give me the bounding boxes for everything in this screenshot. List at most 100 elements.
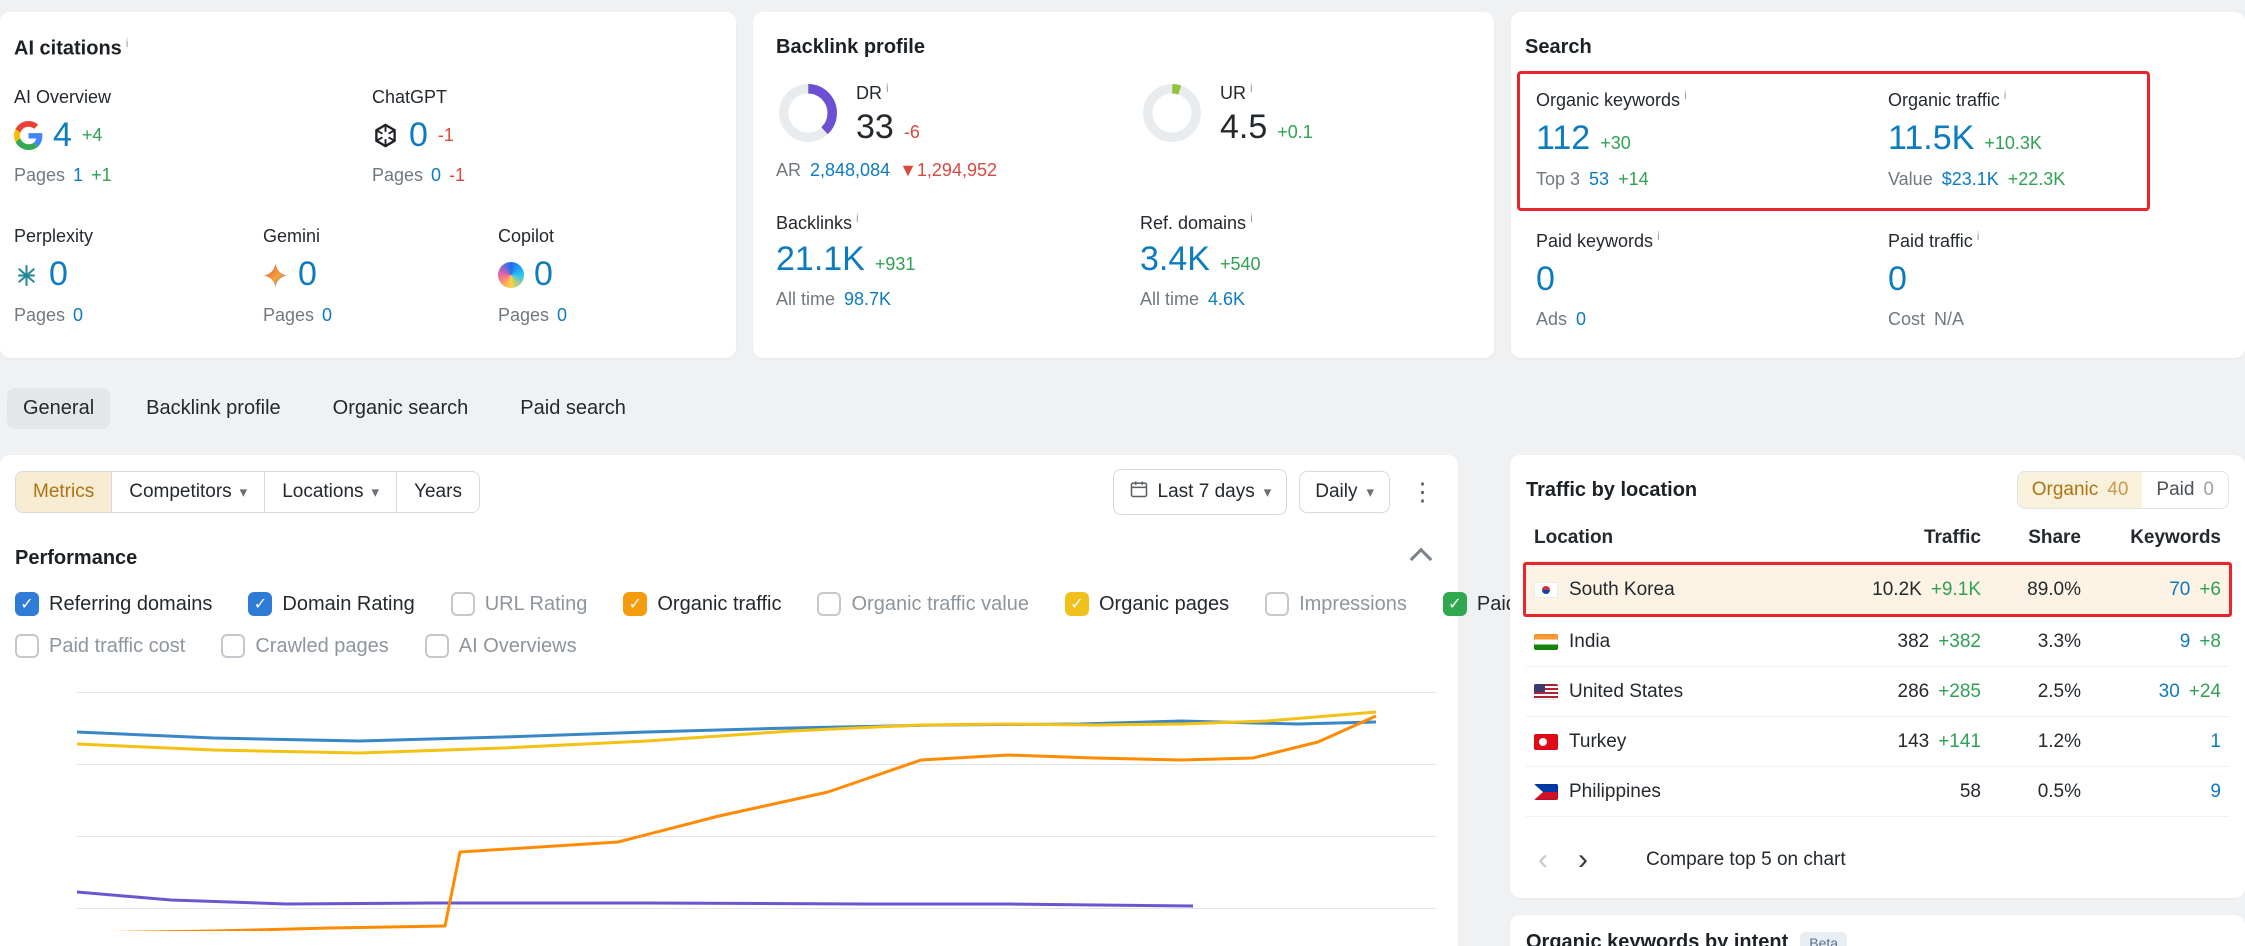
info-icon[interactable]: i <box>1684 88 1687 102</box>
checkbox-icon <box>1443 592 1467 616</box>
metric-checkbox-ai-overviews[interactable]: AI Overviews <box>425 634 577 658</box>
metric-checkbox-paid-traffic-cost[interactable]: Paid traffic cost <box>15 634 185 658</box>
ahrefs-rank-value[interactable]: 2,848,084 <box>810 160 890 181</box>
checkbox-icon <box>15 634 39 658</box>
info-icon[interactable]: i <box>856 211 859 225</box>
paid-keywords-value[interactable]: 0 <box>1536 262 1555 298</box>
chart-line-organic-pages <box>77 712 1376 753</box>
table-row-india[interactable]: India 382+382 3.3% 9+8 <box>1526 617 2229 667</box>
chevron-down-icon: ▾ <box>1264 483 1272 501</box>
ai-item-chatgpt: ChatGPT 0 -1 Pages 0 -1 <box>372 87 465 187</box>
metric-checkbox-impressions[interactable]: Impressions <box>1265 592 1407 616</box>
info-icon[interactable]: i <box>1657 229 1660 243</box>
ref-domains-alltime[interactable]: 4.6K <box>1208 289 1245 310</box>
url-rating-donut <box>1140 81 1204 145</box>
locations-button[interactable]: Locations▾ <box>264 472 396 512</box>
kebab-menu-icon[interactable]: ⋮ <box>1402 477 1443 507</box>
gemini-value[interactable]: 0 <box>298 257 317 293</box>
india-flag-icon <box>1534 634 1558 650</box>
organic-traffic-value[interactable]: 11.5K <box>1888 121 1974 157</box>
ai-citations-card: AI citationsi AI Overview 4 +4 Pages 1 <box>0 12 736 358</box>
performance-chart[interactable] <box>77 692 1437 931</box>
info-icon[interactable]: i <box>886 81 889 95</box>
overview-tabs: General Backlink profile Organic search … <box>7 388 2245 429</box>
search-card: Search Organic keywordsi 112+30 Top 353+… <box>1511 12 2245 358</box>
copilot-value[interactable]: 0 <box>534 257 553 293</box>
tab-backlink-profile[interactable]: Backlink profile <box>130 388 297 429</box>
ai-overview-pages[interactable]: 1 <box>73 165 83 186</box>
ref-domains-value[interactable]: 3.4K <box>1140 242 1210 278</box>
perplexity-pages[interactable]: 0 <box>73 305 83 326</box>
ai-citations-row-2: Perplexity 0 Pages 0 Gemini <box>14 226 720 326</box>
compare-top5-label: Compare top 5 on chart <box>1646 849 1846 871</box>
checkbox-icon <box>425 634 449 658</box>
ai-item-ai-overview: AI Overview 4 +4 Pages 1 +1 <box>14 87 372 187</box>
philippines-flag-icon <box>1534 784 1558 800</box>
ai-item-copilot: Copilot 0 Pages 0 <box>498 226 567 326</box>
checkbox-icon <box>248 592 272 616</box>
paid-traffic-metric: Paid traffici 0 CostN/A <box>1888 229 2229 331</box>
prev-page-icon[interactable]: ‹ <box>1526 843 1560 877</box>
backlink-profile-card: Backlink profile DRi 33-6 AR <box>753 12 1494 358</box>
metric-checkbox-organic-traffic[interactable]: Organic traffic <box>623 592 781 616</box>
table-row-south-korea[interactable]: South Korea 10.2K+9.1K 89.0% 70+6 <box>1523 562 2232 617</box>
ahrefs-rank-delta: ▼1,294,952 <box>899 160 997 181</box>
organic-paid-toggle: Organic40 Paid0 <box>2017 471 2229 509</box>
gemini-pages[interactable]: 0 <box>322 305 332 326</box>
metric-checkbox-organic-traffic-value[interactable]: Organic traffic value <box>817 592 1029 616</box>
paid-traffic-value[interactable]: 0 <box>1888 262 1907 298</box>
chevron-down-icon: ▾ <box>240 483 248 501</box>
collapse-chevron-icon[interactable] <box>1410 547 1433 570</box>
metric-toggles-row-2: Paid traffic cost Crawled pages AI Overv… <box>15 634 1443 658</box>
tab-organic-search[interactable]: Organic search <box>317 388 485 429</box>
paid-keywords-metric: Paid keywordsi 0 Ads0 <box>1536 229 1888 331</box>
table-row-philippines[interactable]: Philippines 58 0.5% 9 <box>1526 767 2229 817</box>
table-row-united-states[interactable]: United States 286+285 2.5% 30+24 <box>1526 667 2229 717</box>
metric-checkbox-organic-pages[interactable]: Organic pages <box>1065 592 1229 616</box>
next-page-icon[interactable]: › <box>1566 843 1600 877</box>
checkbox-icon <box>817 592 841 616</box>
info-icon[interactable]: i <box>1977 229 1980 243</box>
checkbox-icon <box>1265 592 1289 616</box>
backlinks-value[interactable]: 21.1K <box>776 242 865 278</box>
toggle-organic[interactable]: Organic40 <box>2018 472 2143 508</box>
chatgpt-value[interactable]: 0 <box>409 118 428 154</box>
metric-checkbox-url-rating[interactable]: URL Rating <box>451 592 588 616</box>
organic-keywords-by-intent-card: Organic keywords by intent Beta <box>1510 915 2245 946</box>
overview-metrics-row: AI citationsi AI Overview 4 +4 Pages 1 <box>0 0 2245 358</box>
domain-rating-value: 33 <box>856 110 894 146</box>
tab-paid-search[interactable]: Paid search <box>504 388 642 429</box>
tab-general[interactable]: General <box>7 388 110 429</box>
info-icon[interactable]: i <box>1250 211 1253 225</box>
date-range-button[interactable]: Last 7 days ▾ <box>1113 469 1288 515</box>
perplexity-value[interactable]: 0 <box>49 257 68 293</box>
chatgpt-pages[interactable]: 0 <box>431 165 441 186</box>
table-row-turkey[interactable]: Turkey 143+141 1.2% 1 <box>1526 717 2229 767</box>
search-title: Search <box>1525 36 2229 59</box>
traffic-by-location-title: Traffic by location <box>1526 479 1697 502</box>
years-button[interactable]: Years <box>396 472 479 512</box>
traffic-value-metric[interactable]: $23.1K <box>1942 169 1999 190</box>
column-traffic: Traffic <box>1781 527 1981 549</box>
metric-checkbox-crawled-pages[interactable]: Crawled pages <box>221 634 388 658</box>
metrics-button[interactable]: Metrics <box>16 472 111 512</box>
competitors-button[interactable]: Competitors▾ <box>111 472 264 512</box>
copilot-pages[interactable]: 0 <box>557 305 567 326</box>
toggle-paid[interactable]: Paid0 <box>2142 472 2228 508</box>
backlinks-metric: Backlinksi 21.1K+931 All time98.7K <box>776 211 1140 311</box>
backlinks-alltime[interactable]: 98.7K <box>844 289 891 310</box>
top3-value[interactable]: 53 <box>1589 169 1609 190</box>
metric-checkbox-domain-rating[interactable]: Domain Rating <box>248 592 414 616</box>
ads-value[interactable]: 0 <box>1576 309 1586 330</box>
metric-checkbox-referring-domains[interactable]: Referring domains <box>15 592 212 616</box>
backlink-profile-title: Backlink profile <box>776 36 1478 59</box>
organic-keywords-value[interactable]: 112 <box>1536 121 1590 157</box>
info-icon[interactable]: i <box>126 36 129 50</box>
column-location: Location <box>1534 527 1781 549</box>
info-icon[interactable]: i <box>1250 81 1253 95</box>
highlight-box-organic-search: Organic keywordsi 112+30 Top 353+14 Orga… <box>1517 71 2150 211</box>
ai-overview-value[interactable]: 4 <box>53 118 72 154</box>
site-explorer-overview: AI citationsi AI Overview 4 +4 Pages 1 <box>0 0 2245 946</box>
info-icon[interactable]: i <box>2004 88 2007 102</box>
granularity-button[interactable]: Daily ▾ <box>1299 471 1390 513</box>
